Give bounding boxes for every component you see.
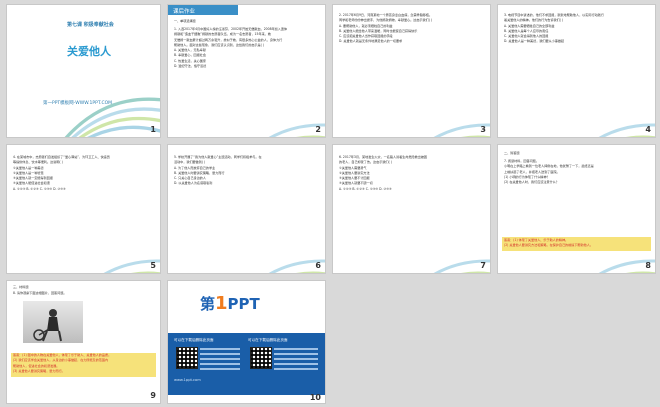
info-panel: 可以在下载后删除此页面 可以在下载后删除此页面 www.1ppt.com bbox=[168, 333, 325, 395]
slide-thumbnail-9[interactable]: 三、材料题 8. 请你观察下面这幅图片，回答问题。 答案：(1) 图中的人物在关… bbox=[6, 280, 161, 404]
slide-2-heading-text: 课后作业 bbox=[173, 9, 196, 15]
q-line: D. 遵纪守法，恪守道德 bbox=[174, 64, 207, 69]
slide-9-answer: 答案：(1) 图中的人物在关爱他人，体现了乐于助人、关爱他人的品质。 (2) 我… bbox=[13, 353, 156, 374]
slide-thumbnail-6[interactable]: 5. 学校开展了“我为他人献爱心”主题活动，同学们积极参与。在 活动中，我们要做… bbox=[167, 144, 326, 274]
info-right-text-lines bbox=[274, 348, 318, 370]
info-left-title: 可以在下载后删除此页面 bbox=[174, 338, 214, 342]
info-right-title: 可以在下载后删除此页面 bbox=[248, 338, 288, 342]
slide-4-question: 3. 电视节目中讲述的，他们不求回报，默默地帮助他人，以实际行动践行 着关爱他人… bbox=[504, 13, 650, 45]
slide-4-number: 4 bbox=[645, 125, 651, 134]
slide-8-question: 7. 阅读材料，回答问题。 小明在上学路上看到一位老人摔倒在地，他犹豫了一下，最… bbox=[504, 159, 650, 185]
slide-7-number: 7 bbox=[480, 261, 486, 270]
q-line: 8. 请你观察下面这幅图片，回答问题。 bbox=[13, 291, 67, 295]
slide-7-question: 6. 2017年3月，某地发生火灾，一名路人冒着生命危险救出被困 的老人，自己却… bbox=[339, 155, 485, 192]
logo-prefix: 第 bbox=[200, 295, 216, 313]
illustration-photo bbox=[23, 301, 83, 343]
slide-3-question: 2. 2017年6月9日，河南某地一个男孩身患白血病，急需骨髓移植。 同学和老师… bbox=[339, 13, 485, 45]
q-line: D. 关爱他人是一种美德，我们要从小事做起 bbox=[504, 39, 565, 44]
slide-1-footer: 第一PPT模板网-WWW.1PPT.COM bbox=[43, 101, 113, 106]
slide-sorter-view: { "slides": { "s1": { "number": "1", "le… bbox=[0, 0, 660, 407]
slide-9-number: 9 bbox=[150, 391, 156, 400]
slide-1-title: 关爱他人 bbox=[67, 45, 111, 58]
logo-text: PPT bbox=[227, 295, 260, 313]
slide-8-section: 二、简答题 bbox=[504, 151, 520, 155]
slide-2-number: 2 bbox=[315, 125, 321, 134]
decorative-swirl-icon bbox=[268, 259, 325, 273]
slide-9-question: 8. 请你观察下面这幅图片，回答问题。 bbox=[13, 291, 155, 296]
slide-6-number: 6 bbox=[315, 261, 321, 270]
decorative-swirl-icon bbox=[598, 123, 655, 137]
person-helping-icon bbox=[33, 309, 62, 342]
site-link[interactable]: www.1ppt.com bbox=[174, 378, 201, 382]
q-line: A. ①②③ B. ①②④ C. ①③④ D. ②③④ bbox=[13, 186, 66, 191]
slide-5-question: 4. 在某城市中，志愿者们自发组织了“爱心驿站”，为环卫工人、快递员 等提供休息… bbox=[13, 155, 155, 192]
slide-1-number: 1 bbox=[150, 125, 156, 134]
q-line: D. 以关爱他人为名谋取私利 bbox=[174, 181, 213, 186]
slide-6-question: 5. 学校开展了“我为他人献爱心”主题活动，同学们积极参与。在 活动中，我们要做… bbox=[174, 155, 320, 187]
q-line: A. ①②③ B. ①②④ C. ①③④ D. ②③④ bbox=[339, 186, 392, 191]
qr-code-icon bbox=[250, 347, 272, 369]
qr-code-icon bbox=[176, 347, 198, 369]
slide-thumbnail-1[interactable]: 第七课 积极奉献社会 关爱他人 第一PPT模板网-WWW.1PPT.COM 1 bbox=[6, 4, 161, 138]
decorative-swirl-icon bbox=[64, 97, 160, 137]
decorative-swirl-icon bbox=[103, 259, 160, 273]
slide-2-section: 一、单项选择题 bbox=[174, 19, 196, 23]
q-line: D. 关爱他人就是无条件地满足他人的一切要求 bbox=[339, 39, 403, 44]
decorative-swirl-icon bbox=[268, 123, 325, 137]
answer-line: (3) 关爱他人要讲究策略，量力而行。 bbox=[13, 368, 65, 373]
slide-thumbnail-8[interactable]: 二、简答题 7. 阅读材料，回答问题。 小明在上学路上看到一位老人摔倒在地，他犹… bbox=[497, 144, 656, 274]
slide-thumbnail-4[interactable]: 3. 电视节目中讲述的，他们不求回报，默默地帮助他人，以实际行动践行 着关爱他人… bbox=[497, 4, 656, 138]
slide-2-heading: 课后作业 bbox=[168, 5, 238, 15]
slide-2-question: 1. 入选2017年4月中国好人榜的汪淑芬，2002年开始无偿献血，2008年加… bbox=[174, 27, 320, 69]
decorative-swirl-icon bbox=[433, 123, 490, 137]
slide-9-section: 三、材料题 bbox=[13, 285, 29, 289]
slide-3-number: 3 bbox=[480, 125, 486, 134]
decorative-swirl-icon bbox=[598, 259, 655, 273]
logo-digit: 1 bbox=[215, 293, 228, 314]
slide-thumbnail-3[interactable]: 2. 2017年6月9日，河南某地一个男孩身患白血病，急需骨髓移植。 同学和老师… bbox=[332, 4, 491, 138]
slide-thumbnail-7[interactable]: 6. 2017年3月，某地发生火灾，一名路人冒着生命危险救出被困 的老人，自己却… bbox=[332, 144, 491, 274]
q-line: (2) 在关爱他人时，我们应该注意什么？ bbox=[504, 180, 559, 185]
slide-thumbnail-10[interactable]: 第1PPT 可以在下载后删除此页面 可以在下载后删除此页面 www.1ppt.c… bbox=[167, 280, 326, 404]
slide-10-number: 10 bbox=[309, 393, 321, 402]
slide-thumbnail-5[interactable]: 4. 在某城市中，志愿者们自发组织了“爱心驿站”，为环卫工人、快递员 等提供休息… bbox=[6, 144, 161, 274]
decorative-swirl-icon bbox=[433, 259, 490, 273]
slide-8-number: 8 bbox=[645, 261, 651, 270]
brand-logo: 第1PPT bbox=[200, 293, 260, 314]
slide-1-lesson: 第七课 积极奉献社会 bbox=[67, 22, 114, 28]
info-left-text-lines bbox=[200, 348, 240, 370]
slide-5-number: 5 bbox=[150, 261, 156, 270]
slide-thumbnail-2[interactable]: 课后作业 一、单项选择题 1. 入选2017年4月中国好人榜的汪淑芬，2002年… bbox=[167, 4, 326, 138]
